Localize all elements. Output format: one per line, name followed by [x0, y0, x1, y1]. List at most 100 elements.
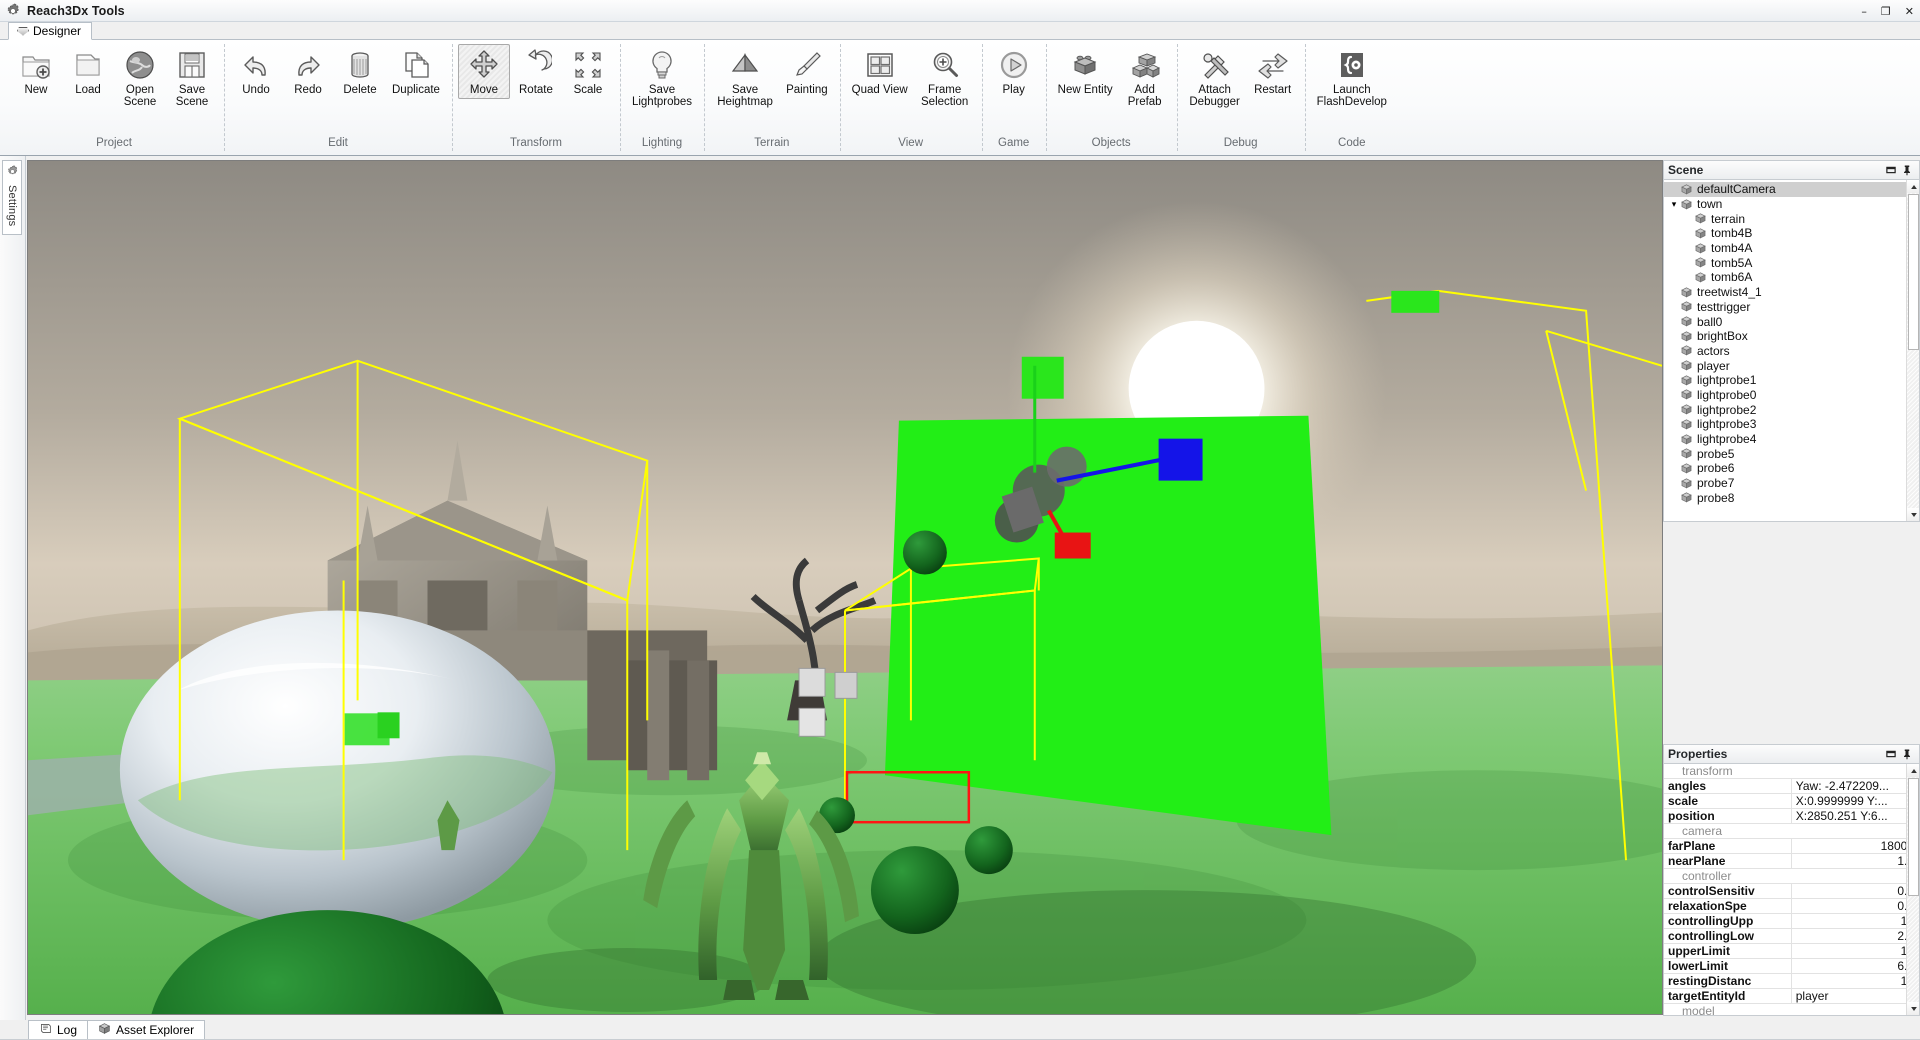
scene-tree-node[interactable]: lightprobe3 [1664, 417, 1919, 432]
scene-tree-node[interactable]: actors [1664, 344, 1919, 359]
frame-selection-button[interactable]: Frame Selection [914, 44, 976, 111]
property-value[interactable]: 1.3 [1791, 853, 1919, 870]
scroll-up-arrow[interactable] [1907, 764, 1919, 777]
property-value[interactable]: X:0.9999999 Y:... [1791, 793, 1919, 810]
bottom-tab-log[interactable]: Log [28, 1020, 89, 1040]
property-value[interactable]: 0.1 [1791, 883, 1919, 900]
scene-tree-scroll-thumb[interactable] [1908, 194, 1919, 350]
save-lightprobes-button[interactable]: Save Lightprobes [626, 44, 698, 111]
restore-window-icon[interactable] [1883, 746, 1899, 762]
properties-row[interactable]: targetEntityId player [1664, 988, 1919, 1005]
attach-debugger-button[interactable]: Attach Debugger [1183, 44, 1247, 111]
painting-button[interactable]: Painting [780, 44, 834, 99]
properties-grid-body[interactable]: transform angles Yaw: -2.472209... scale X:0… [1663, 764, 1920, 1016]
scene-tree-node[interactable]: testtrigger [1664, 300, 1919, 315]
save-lightprobes-button-label: Save Lightprobes [631, 84, 693, 108]
scene-tree-node[interactable]: probe7 [1664, 476, 1919, 491]
scene-tree-node[interactable]: terrain [1664, 211, 1919, 226]
play-button[interactable]: Play [988, 44, 1040, 99]
scene-tree-node[interactable]: brightBox [1664, 329, 1919, 344]
restart-button[interactable]: Restart [1247, 44, 1299, 99]
save-heightmap-button[interactable]: Save Heightmap [710, 44, 780, 111]
properties-row[interactable]: angles Yaw: -2.472209... [1664, 778, 1919, 795]
property-value[interactable]: 12 [1791, 943, 1919, 960]
redo-button[interactable]: Redo [282, 44, 334, 99]
properties-scrollbar[interactable] [1906, 764, 1919, 1015]
scene-tree-node[interactable]: lightprobe4 [1664, 432, 1919, 447]
scene-tree-node[interactable]: tomb6A [1664, 270, 1919, 285]
property-value[interactable]: 6.5 [1791, 958, 1919, 975]
properties-row[interactable]: lowerLimit6.5 [1664, 958, 1919, 975]
scroll-down-arrow[interactable] [1907, 1002, 1919, 1015]
properties-row[interactable]: position X:2850.251 Y:6... [1664, 808, 1919, 825]
close-button[interactable]: ✕ [1905, 5, 1914, 18]
scene-tree-node[interactable]: probe8 [1664, 490, 1919, 505]
new-button[interactable]: New [10, 44, 62, 99]
bottom-tab-asset-explorer[interactable]: Asset Explorer [87, 1020, 206, 1040]
scene-tree[interactable]: defaultCamera ▾ town terrain tomb4B tomb4A tom… [1664, 180, 1919, 505]
scene-tree-node[interactable]: ball0 [1664, 314, 1919, 329]
duplicate-button[interactable]: Duplicate [386, 44, 446, 99]
quad-view-button[interactable]: Quad View [846, 44, 914, 99]
properties-row[interactable]: upperLimit12 [1664, 943, 1919, 960]
property-value[interactable]: 18000 [1791, 838, 1919, 855]
scene-tree-node[interactable]: defaultCamera [1664, 182, 1919, 197]
scene-tree-node[interactable]: lightprobe2 [1664, 402, 1919, 417]
property-value[interactable]: Yaw: -2.472209... [1791, 778, 1919, 795]
scene-tree-node[interactable]: ▾ town [1664, 197, 1919, 212]
rail-tab-settings[interactable]: Settings [2, 160, 22, 236]
pin-icon[interactable] [1899, 162, 1915, 178]
scene-tree-node[interactable]: probe6 [1664, 461, 1919, 476]
chevron-down-icon[interactable]: ▾ [1668, 198, 1680, 210]
scale-button[interactable]: Scale [562, 44, 614, 99]
property-value[interactable]: player [1791, 988, 1919, 1005]
window-controls[interactable]: – ❐ ✕ [1861, 0, 1914, 22]
property-value[interactable]: X:2850.251 Y:6... [1791, 808, 1919, 825]
property-value[interactable]: 0.1 [1791, 898, 1919, 915]
scene-tree-node[interactable]: lightprobe1 [1664, 373, 1919, 388]
scroll-up-arrow[interactable] [1907, 180, 1919, 193]
restore-window-icon[interactable] [1883, 162, 1899, 178]
maximize-button[interactable]: ❐ [1881, 5, 1891, 18]
properties-row[interactable]: controlSensitiv0.1 [1664, 883, 1919, 900]
move-button[interactable]: Move [457, 44, 510, 99]
properties-row[interactable]: scale X:0.9999999 Y:... [1664, 793, 1919, 810]
scene-tree-node[interactable]: treetwist4_1 [1664, 285, 1919, 300]
scene-tree-scrollbar[interactable] [1906, 180, 1919, 521]
minimize-button[interactable]: – [1861, 5, 1867, 18]
properties-row[interactable]: farPlane 18000 [1664, 838, 1919, 855]
scene-tree-node[interactable]: tomb5A [1664, 255, 1919, 270]
rotate-button[interactable]: Rotate [510, 44, 562, 99]
property-value[interactable]: 15 [1791, 913, 1919, 930]
load-button[interactable]: Load [62, 44, 114, 99]
scene-tree-node[interactable]: player [1664, 358, 1919, 373]
scene-tree-node[interactable]: tomb4A [1664, 241, 1919, 256]
properties-row[interactable]: restingDistanc14 [1664, 973, 1919, 990]
scene-tree-node[interactable]: tomb4B [1664, 226, 1919, 241]
properties-grid[interactable]: transform angles Yaw: -2.472209... scale X:0… [1664, 764, 1919, 1015]
add-prefab-button[interactable]: Add Prefab [1119, 44, 1171, 111]
3d-scene-viewport[interactable] [27, 160, 1663, 1015]
pin-icon[interactable] [1899, 746, 1915, 762]
scene-tree-node[interactable]: lightprobe0 [1664, 388, 1919, 403]
undo-button[interactable]: Undo [230, 44, 282, 99]
properties-scroll-thumb[interactable] [1908, 778, 1919, 896]
scene-tree-body[interactable]: defaultCamera ▾ town terrain tomb4B tomb4A tom… [1663, 180, 1920, 522]
properties-row[interactable]: nearPlane1.3 [1664, 853, 1919, 870]
tab-designer[interactable]: Designer [8, 22, 93, 40]
property-value[interactable]: 2.5 [1791, 928, 1919, 945]
properties-row[interactable]: controllingUpp15 [1664, 913, 1919, 930]
scroll-down-arrow[interactable] [1907, 508, 1919, 521]
scene-tree-node[interactable]: probe5 [1664, 446, 1919, 461]
entity-cube-icon [1680, 462, 1693, 475]
property-value[interactable]: 14 [1791, 973, 1919, 990]
new-entity-button[interactable]: New Entity [1052, 44, 1119, 99]
save-scene-button[interactable]: Save Scene [166, 44, 218, 111]
open-scene-button[interactable]: Open Scene [114, 44, 166, 111]
properties-row[interactable]: relaxationSpe0.1 [1664, 898, 1919, 915]
delete-button[interactable]: Delete [334, 44, 386, 99]
launch-flashdevelop-button[interactable]: Launch FlashDevelop [1311, 44, 1393, 111]
properties-row[interactable]: controllingLow2.5 [1664, 928, 1919, 945]
